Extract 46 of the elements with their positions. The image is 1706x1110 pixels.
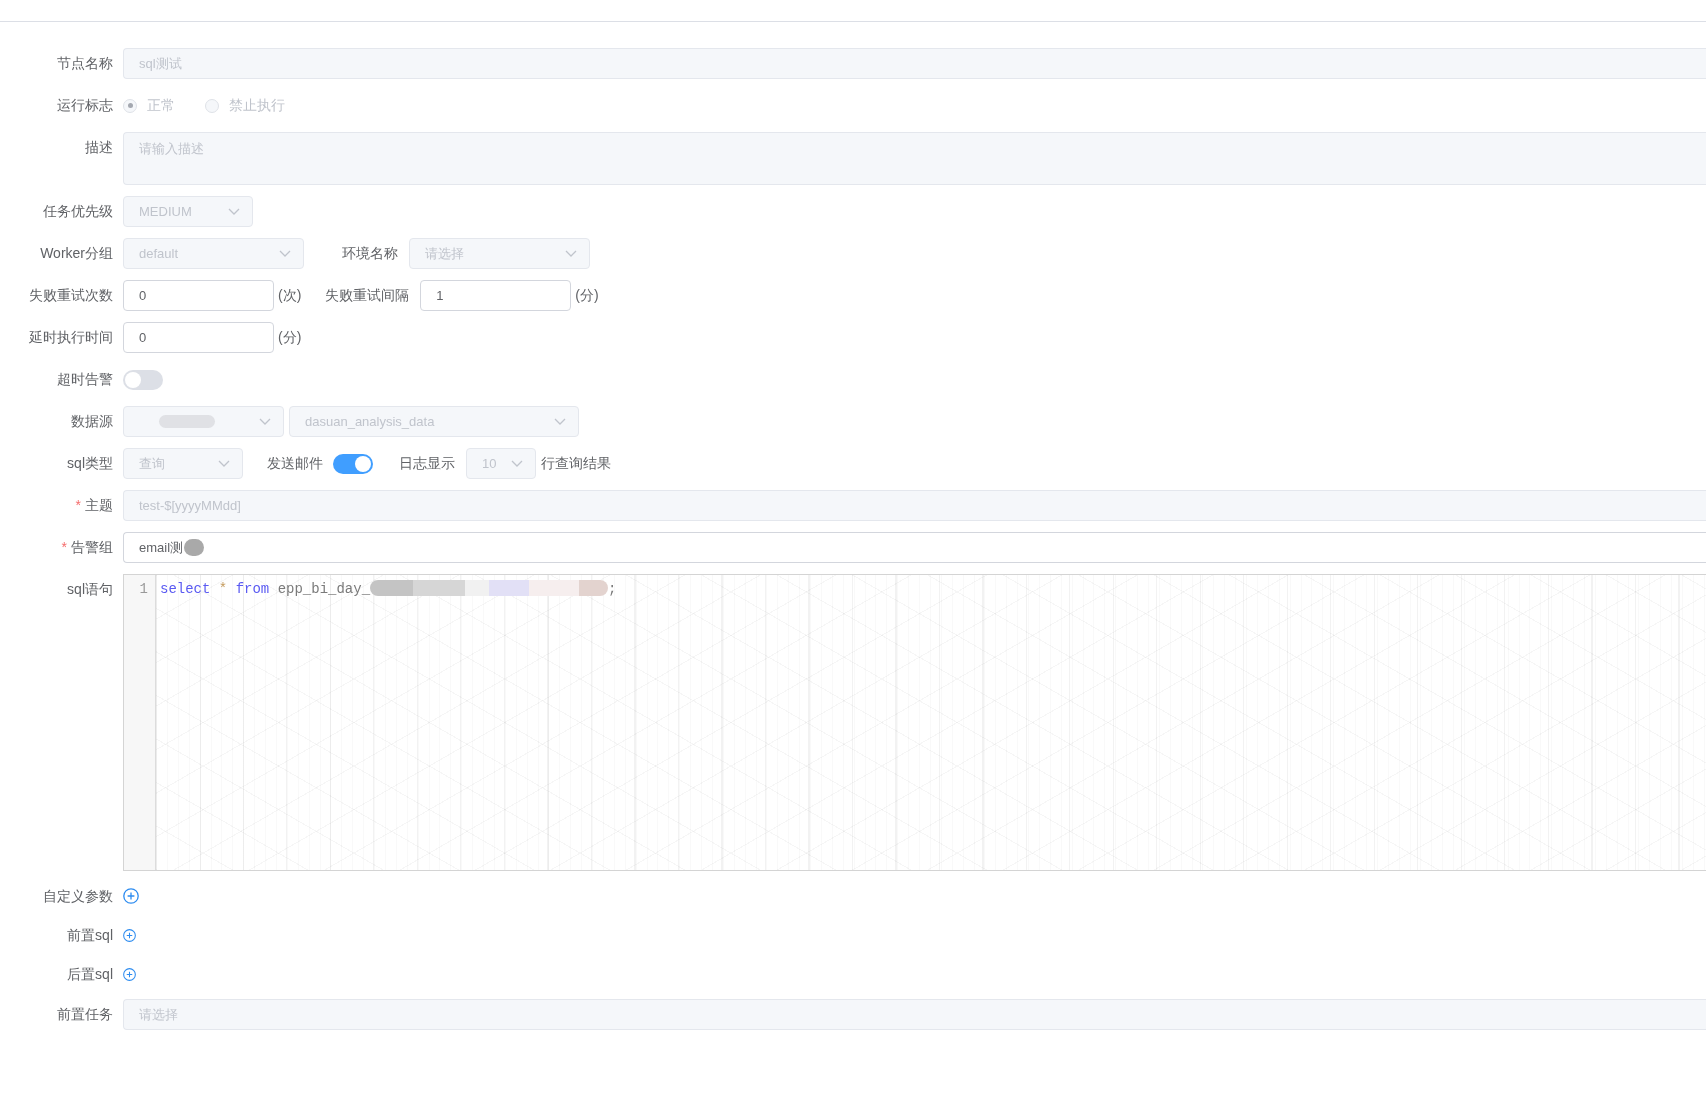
add-icon[interactable] bbox=[123, 888, 139, 904]
field-label: 节点名称 bbox=[57, 55, 113, 71]
field-label: 前置sql bbox=[67, 927, 113, 943]
text-input[interactable]: 0 bbox=[123, 280, 274, 311]
unit-label: (分) bbox=[278, 328, 302, 347]
chevron-down-icon bbox=[565, 250, 577, 257]
field-label: 延时执行时间 bbox=[29, 329, 113, 345]
chevron-down-icon bbox=[218, 460, 230, 467]
add-icon[interactable] bbox=[123, 967, 136, 981]
field-label: 发送邮件 bbox=[267, 454, 323, 473]
field-label: 失败重试次数 bbox=[29, 287, 113, 303]
field-label: 主题 bbox=[85, 497, 113, 513]
chevron-down-icon bbox=[554, 418, 566, 425]
toggle-switch[interactable] bbox=[333, 453, 373, 474]
field-label: 后置sql bbox=[67, 966, 113, 982]
suffix-text: 行查询结果 bbox=[541, 454, 611, 473]
field-label: 前置任务 bbox=[57, 1006, 113, 1022]
field-label: 环境名称 bbox=[342, 244, 398, 263]
chevron-down-icon bbox=[228, 208, 240, 215]
text-input[interactable]: 0 bbox=[123, 322, 274, 353]
required-mark: * bbox=[61, 539, 67, 555]
required-mark: * bbox=[75, 497, 81, 513]
field-label: 任务优先级 bbox=[43, 203, 113, 219]
field-label: 失败重试间隔 bbox=[325, 286, 410, 305]
field-label: sql语句 bbox=[67, 581, 113, 597]
field-label: 运行标志 bbox=[57, 97, 113, 113]
chevron-down-icon bbox=[279, 250, 291, 257]
toggle-switch[interactable] bbox=[123, 369, 163, 390]
text-input[interactable]: email测 bbox=[123, 532, 1706, 563]
line-number: 1 bbox=[139, 580, 148, 599]
code-line: select * from epp_bi_day_ ; bbox=[160, 579, 617, 599]
field-label: 告警组 bbox=[71, 539, 113, 555]
field-label: 描述 bbox=[85, 139, 113, 155]
chevron-down-icon bbox=[511, 460, 523, 467]
code-editor[interactable]: 1 select * from epp_bi_day_ ; bbox=[123, 574, 1706, 871]
field-label: 自定义参数 bbox=[43, 888, 113, 904]
field-label: Worker分组 bbox=[40, 245, 113, 261]
field-label: sql类型 bbox=[67, 455, 113, 471]
chevron-down-icon bbox=[259, 418, 271, 425]
add-icon[interactable] bbox=[123, 928, 136, 942]
text-input[interactable]: 1 bbox=[420, 280, 572, 311]
unit-label: (分) bbox=[575, 286, 599, 305]
field-label: 数据源 bbox=[71, 413, 113, 429]
field-label: 日志显示 bbox=[399, 454, 455, 473]
field-label: 超时告警 bbox=[57, 371, 113, 387]
unit-label: (次) bbox=[278, 286, 302, 305]
